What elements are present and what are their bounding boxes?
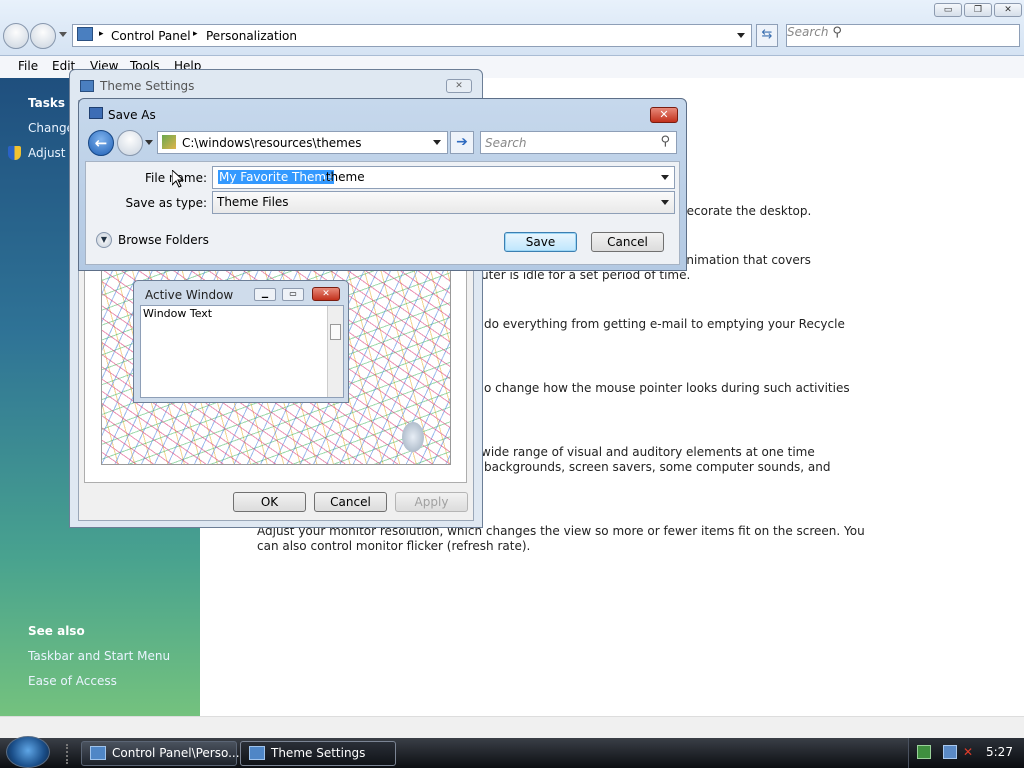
taskbar-item-control-panel[interactable]: Control Panel\Perso...: [81, 741, 240, 766]
file-name-input[interactable]: My Favorite Theme .theme: [212, 166, 675, 189]
save-as-path-bar[interactable]: C:\windows\resources\themes: [157, 131, 448, 154]
content-theme-desc: wide range of visual and auditory elemen…: [481, 445, 815, 459]
go-arrow-icon[interactable]: ➔: [450, 131, 474, 154]
tray-volume-muted-icon[interactable]: ✕: [963, 745, 977, 759]
content-screen-saver-desc: animation that covers: [679, 253, 811, 267]
breadcrumb-separator: ▸: [99, 29, 104, 39]
taskbar-item-label: Theme Settings: [271, 746, 366, 760]
tray-network-icon[interactable]: [943, 745, 957, 759]
sidebar-link-change[interactable]: Change: [28, 121, 74, 135]
clock[interactable]: 5:27: [986, 745, 1013, 759]
recycle-bin-icon: [402, 422, 424, 452]
tasks-heading: Tasks: [28, 96, 66, 110]
refresh-icon[interactable]: ⇆: [756, 24, 778, 47]
sidebar-link-taskbar[interactable]: Taskbar and Start Menu: [28, 649, 170, 663]
save-as-search-placeholder: Search: [485, 136, 527, 150]
file-name-dropdown-icon[interactable]: [661, 175, 669, 180]
preview-close-icon: ✕: [312, 287, 340, 301]
theme-settings-icon: [80, 80, 94, 92]
preview-scroll-thumb: [330, 324, 341, 340]
save-type-select[interactable]: Theme Files: [212, 191, 675, 214]
preview-active-window: Active Window ▁ ▭ ✕ Window Text: [133, 280, 349, 403]
content-sounds-desc: do everything from getting e-mail to emp…: [484, 317, 845, 331]
save-as-forward-button[interactable]: [117, 130, 143, 156]
start-button[interactable]: [6, 736, 50, 768]
menu-file[interactable]: File: [18, 59, 38, 73]
apply-button[interactable]: Apply: [395, 492, 468, 512]
search-placeholder: Search: [787, 25, 829, 39]
ok-button[interactable]: OK: [233, 492, 306, 512]
preview-minimize-icon: ▁: [254, 288, 276, 301]
save-as-search-icon[interactable]: ⚲: [660, 134, 670, 149]
save-type-label: Save as type:: [125, 196, 207, 210]
file-name-selection: My Favorite Theme: [218, 170, 335, 184]
save-as-cancel-button[interactable]: Cancel: [591, 232, 664, 252]
folder-icon: [162, 135, 176, 149]
preview-window-body: Window Text: [140, 305, 344, 398]
search-input[interactable]: Search ⚲: [786, 24, 1020, 47]
theme-cancel-button[interactable]: Cancel: [314, 492, 387, 512]
save-as-close-button[interactable]: ✕: [650, 107, 678, 123]
shield-icon: [8, 146, 21, 160]
recent-pages-icon[interactable]: [59, 32, 67, 37]
preview-maximize-icon: ▭: [282, 288, 304, 301]
address-bar[interactable]: ▸ Control Panel ▸ Personalization: [72, 24, 752, 47]
breadcrumb-separator: ▸: [193, 29, 198, 39]
content-theme-desc-2: backgrounds, screen savers, some compute…: [484, 460, 831, 474]
content-display-desc-2: can also control monitor flicker (refres…: [257, 539, 531, 553]
content-mouse-desc: o change how the mouse pointer looks dur…: [484, 381, 850, 395]
address-dropdown-icon[interactable]: [737, 33, 745, 38]
tray-security-icon[interactable]: [917, 745, 931, 759]
save-as-path: C:\windows\resources\themes: [182, 136, 362, 150]
back-button[interactable]: [3, 23, 29, 49]
theme-settings-taskbar-icon: [249, 746, 265, 760]
path-dropdown-icon[interactable]: [433, 140, 441, 145]
control-panel-taskbar-icon: [90, 746, 106, 760]
breadcrumb-control-panel[interactable]: Control Panel: [111, 29, 191, 43]
preview-active-window-title: Active Window: [145, 288, 234, 302]
save-as-icon: [89, 107, 103, 119]
file-name-extension: .theme: [322, 170, 365, 184]
taskbar-item-theme-settings[interactable]: Theme Settings: [240, 741, 396, 766]
taskbar-grip: [66, 744, 74, 764]
save-as-back-button[interactable]: ←: [88, 130, 114, 156]
sidebar-link-adjust[interactable]: Adjust f: [28, 146, 74, 160]
close-button[interactable]: ✕: [994, 3, 1022, 17]
forward-button[interactable]: [30, 23, 56, 49]
maximize-button[interactable]: ❐: [964, 3, 992, 17]
save-as-dialog: Save As ✕ ← C:\windows\resources\themes …: [78, 98, 687, 271]
taskbar-item-label: Control Panel\Perso...: [112, 746, 240, 760]
theme-settings-title: Theme Settings: [100, 79, 195, 93]
save-type-dropdown-icon[interactable]: [661, 200, 669, 205]
minimize-button[interactable]: ▭: [934, 3, 962, 17]
save-as-search-input[interactable]: Search ⚲: [480, 131, 677, 154]
control-panel-icon: [77, 27, 93, 41]
sidebar-link-ease-of-access[interactable]: Ease of Access: [28, 674, 117, 688]
save-button[interactable]: Save: [504, 232, 577, 252]
search-icon[interactable]: ⚲: [832, 25, 842, 40]
preview-scrollbar: [327, 306, 343, 397]
browse-folders-toggle[interactable]: Browse Folders: [118, 233, 209, 247]
save-as-recent-icon[interactable]: [145, 140, 153, 145]
horizontal-scrollbar[interactable]: [0, 716, 1024, 738]
save-as-title: Save As: [108, 108, 156, 122]
save-type-value: Theme Files: [217, 195, 289, 209]
theme-settings-close-button[interactable]: ✕: [446, 79, 472, 93]
content-desktop-background-desc: decorate the desktop.: [679, 204, 812, 218]
preview-window-text: Window Text: [143, 307, 213, 320]
see-also-heading: See also: [28, 624, 85, 638]
browse-folders-chevron-icon[interactable]: ▼: [96, 232, 112, 248]
breadcrumb-personalization[interactable]: Personalization: [206, 29, 297, 43]
